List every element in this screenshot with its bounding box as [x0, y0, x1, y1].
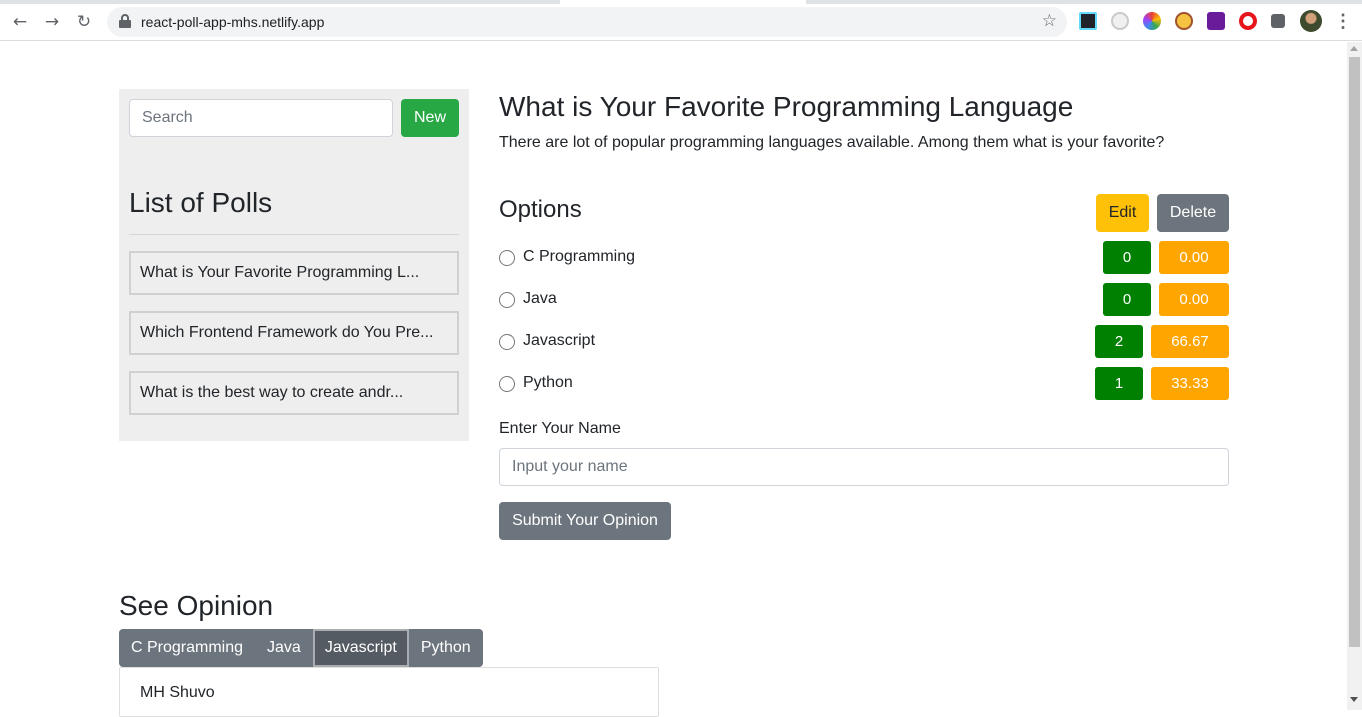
poll-list-item[interactable]: What is the best way to create andr... — [129, 371, 459, 415]
option-row-python: Python 1 33.33 — [499, 367, 1229, 401]
extension-icon[interactable] — [1207, 12, 1225, 30]
delete-button[interactable]: Delete — [1157, 194, 1229, 232]
browser-toolbar: ← → ↻ react-poll-app-mhs.netlify.app ☆ ⋮ — [0, 0, 1362, 41]
profile-avatar[interactable] — [1300, 10, 1322, 32]
color-wheel-icon[interactable] — [1143, 12, 1161, 30]
bookmark-star-icon[interactable]: ☆ — [1042, 11, 1057, 31]
option-radio[interactable] — [499, 334, 515, 350]
poll-title: What is Your Favorite Programming Langua… — [499, 91, 1074, 122]
scroll-up-arrow-icon[interactable] — [1350, 46, 1358, 51]
vote-count-badge: 0 — [1103, 241, 1151, 274]
vote-percent-badge: 0.00 — [1159, 283, 1229, 316]
reload-icon[interactable]: ↻ — [72, 10, 96, 34]
puzzle-icon[interactable] — [1271, 14, 1285, 28]
option-row-java: Java 0 0.00 — [499, 283, 1229, 317]
active-tab[interactable] — [560, 0, 806, 4]
option-label[interactable]: Python — [523, 374, 573, 392]
coin-icon[interactable] — [1175, 12, 1193, 30]
opinion-name-item: MH Shuvo — [140, 684, 215, 701]
poll-list-item[interactable]: Which Frontend Framework do You Pre... — [129, 311, 459, 355]
tab-python[interactable]: Python — [408, 629, 483, 667]
tab-strip — [0, 0, 1362, 4]
kebab-menu-icon[interactable]: ⋮ — [1334, 11, 1352, 31]
options-heading: Options — [499, 196, 582, 223]
option-label[interactable]: Java — [523, 290, 557, 308]
url-text[interactable]: react-poll-app-mhs.netlify.app — [141, 14, 324, 30]
scroll-thumb[interactable] — [1349, 57, 1360, 647]
poll-description: There are lot of popular programming lan… — [499, 134, 1165, 151]
opinion-tab-group: C Programming Java Javascript Python — [119, 629, 483, 667]
eyedropper-icon[interactable] — [1111, 12, 1129, 30]
poll-list-item[interactable]: What is Your Favorite Programming L... — [129, 251, 459, 295]
opera-icon[interactable] — [1239, 12, 1257, 30]
search-input[interactable] — [129, 99, 393, 137]
forward-arrow-icon[interactable]: → — [40, 10, 64, 34]
option-label[interactable]: Javascript — [523, 332, 595, 350]
vote-percent-badge: 66.67 — [1151, 325, 1229, 358]
vote-count-badge: 1 — [1095, 367, 1143, 400]
poll-sidebar: New List of Polls What is Your Favorite … — [119, 89, 469, 441]
option-radio[interactable] — [499, 376, 515, 392]
option-radio[interactable] — [499, 250, 515, 266]
tab-javascript[interactable]: Javascript — [312, 629, 409, 667]
vote-percent-badge: 33.33 — [1151, 367, 1229, 400]
list-of-polls-heading: List of Polls — [129, 187, 273, 218]
edit-button[interactable]: Edit — [1096, 194, 1149, 232]
react-devtools-icon[interactable] — [1079, 12, 1097, 30]
new-poll-button[interactable]: New — [401, 99, 459, 137]
vote-count-badge: 0 — [1103, 283, 1151, 316]
lock-icon[interactable] — [119, 14, 131, 28]
tab-java[interactable]: Java — [255, 629, 313, 667]
back-arrow-icon[interactable]: ← — [8, 10, 32, 34]
name-field-label: Enter Your Name — [499, 420, 621, 437]
option-row-javascript: Javascript 2 66.67 — [499, 325, 1229, 359]
divider — [129, 234, 459, 235]
tab-c-programming[interactable]: C Programming — [119, 629, 256, 667]
address-bar[interactable]: react-poll-app-mhs.netlify.app ☆ — [107, 7, 1067, 37]
name-input[interactable] — [499, 448, 1229, 486]
scroll-down-arrow-icon[interactable] — [1350, 697, 1358, 702]
option-label[interactable]: C Programming — [523, 248, 635, 266]
option-row-c-programming: C Programming 0 0.00 — [499, 241, 1229, 275]
option-radio[interactable] — [499, 292, 515, 308]
submit-opinion-button[interactable]: Submit Your Opinion — [499, 502, 671, 540]
vote-percent-badge: 0.00 — [1159, 241, 1229, 274]
see-opinion-heading: See Opinion — [119, 590, 274, 621]
vote-count-badge: 2 — [1095, 325, 1143, 358]
page-scrollbar[interactable] — [1347, 42, 1362, 710]
